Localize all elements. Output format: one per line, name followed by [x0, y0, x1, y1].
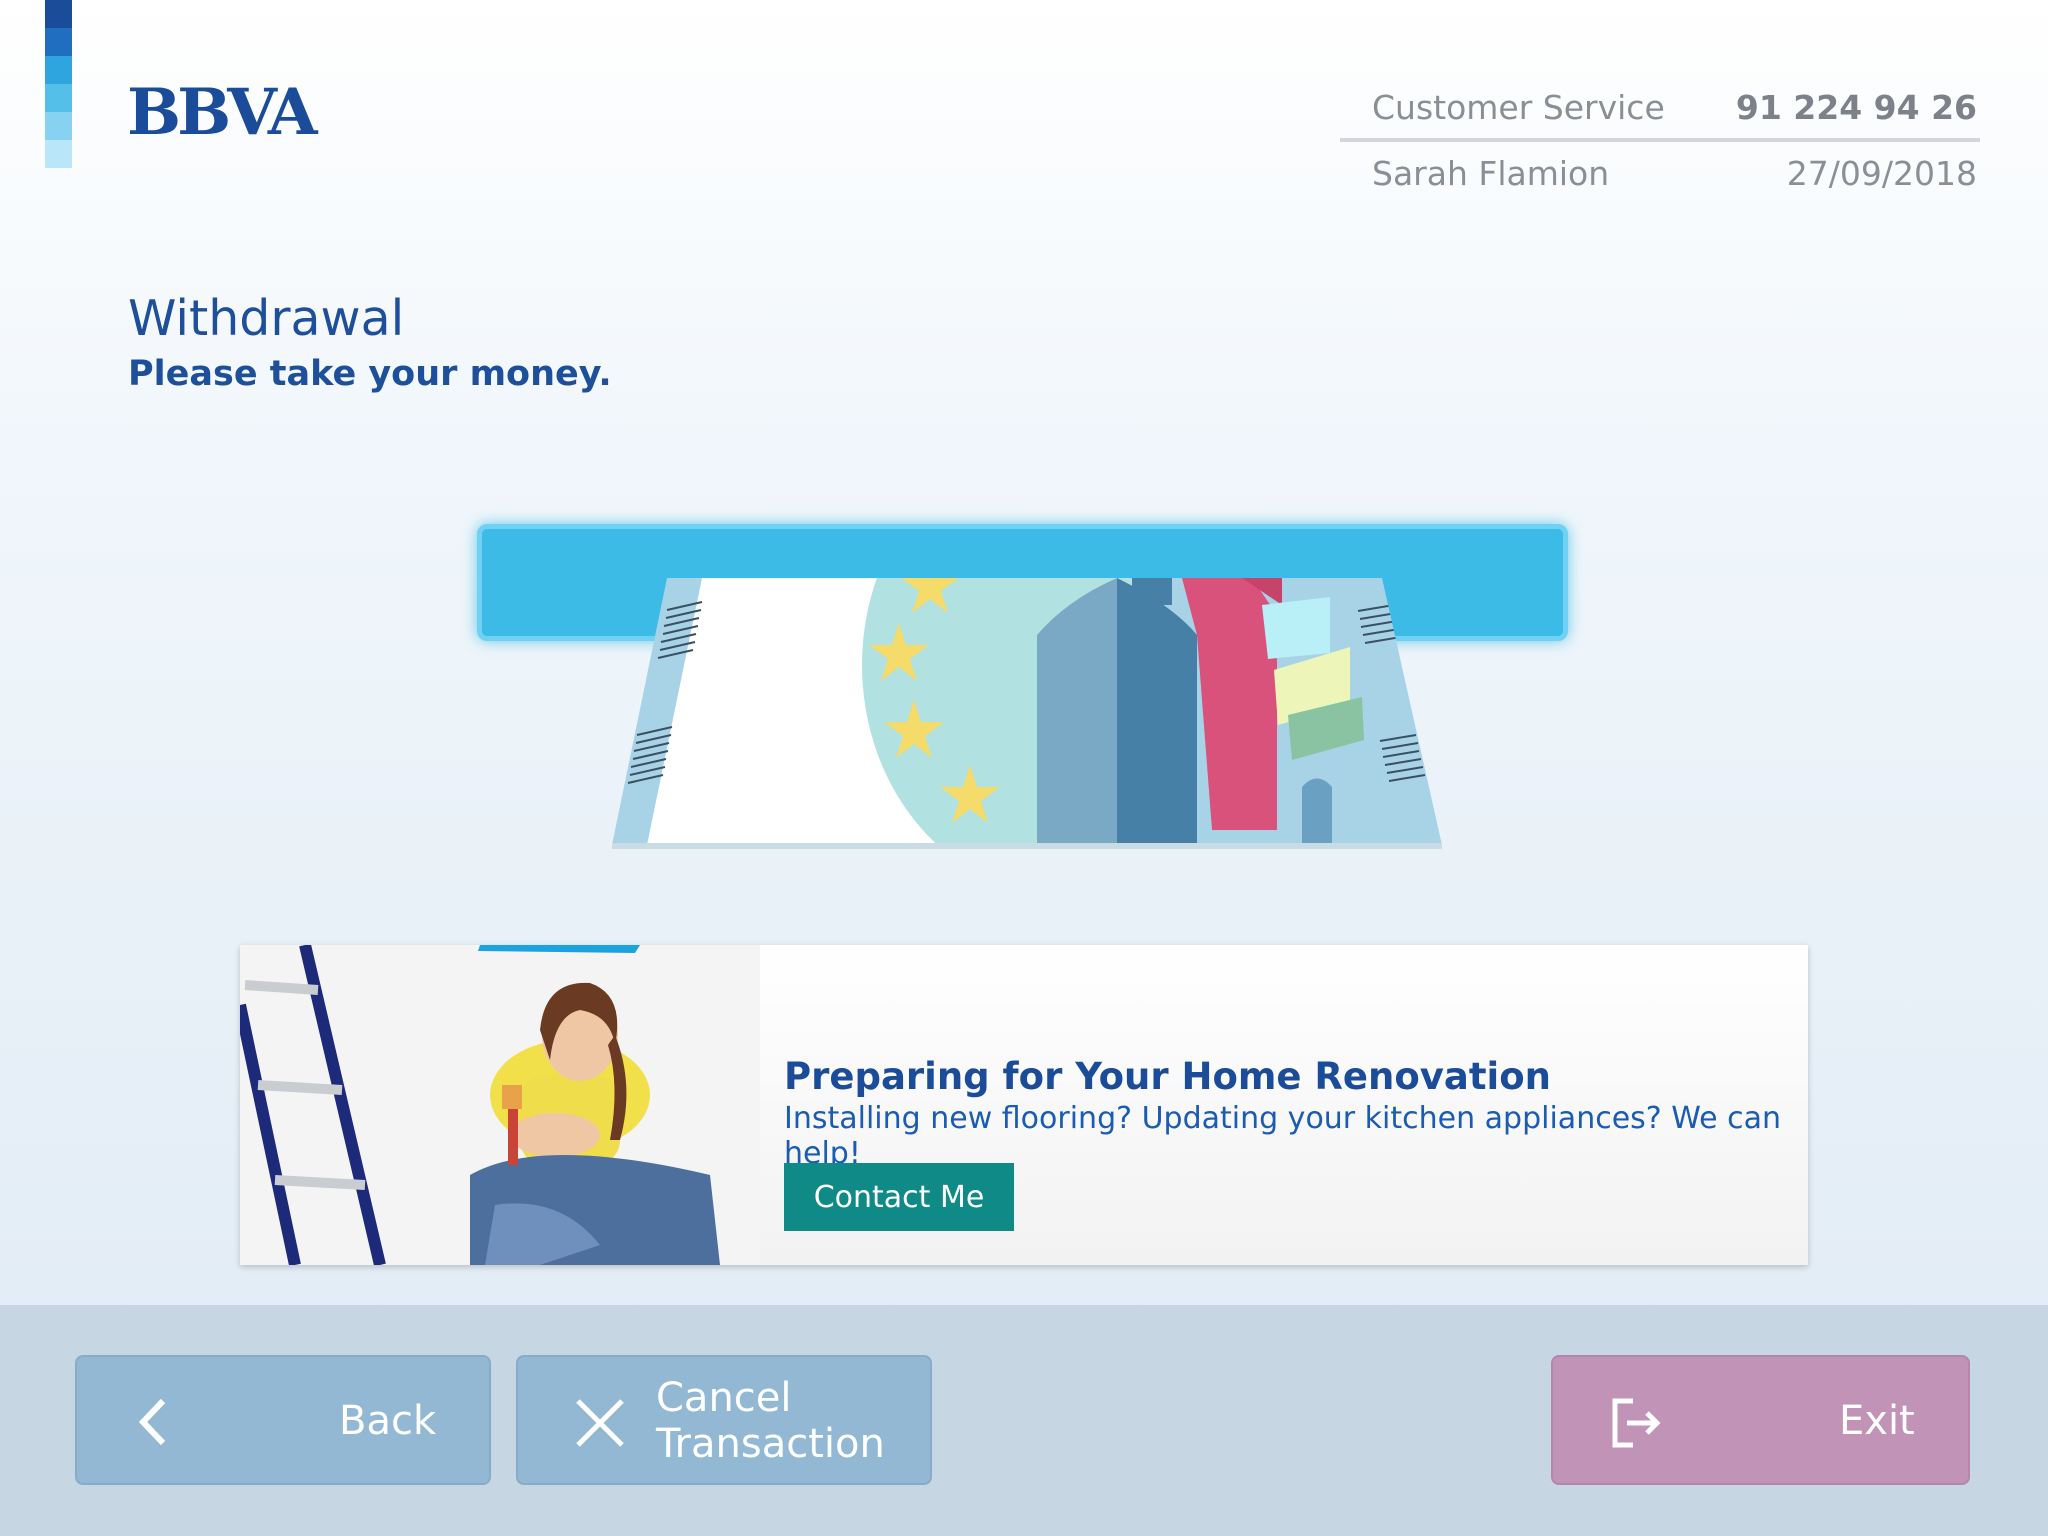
page-title: Withdrawal [128, 290, 405, 347]
contact-me-button[interactable]: Contact Me [784, 1163, 1014, 1231]
back-button[interactable]: Back [75, 1355, 491, 1485]
page-subtitle: Please take your money. [128, 354, 612, 394]
brand-color-bar [45, 0, 72, 168]
chevron-left-icon [138, 1398, 166, 1446]
header-info: Customer Service 91 224 94 26 Sarah Flam… [1340, 80, 1980, 206]
customer-service-phone: 91 224 94 26 [1735, 88, 1977, 127]
session-date: 27/09/2018 [1786, 154, 1977, 193]
banknote-illustration[interactable] [612, 575, 1442, 855]
exit-icon [1612, 1398, 1661, 1448]
bbva-logo: BBVA [127, 75, 318, 150]
promo-title: Preparing for Your Home Renovation [784, 1055, 1551, 1098]
promo-banner: Preparing for Your Home Renovation Insta… [240, 945, 1808, 1265]
customer-service-row: Customer Service 91 224 94 26 [1340, 80, 1980, 142]
renovation-photo [240, 945, 760, 1265]
promo-text: Installing new flooring? Updating your k… [784, 1101, 1782, 1171]
cancel-transaction-button[interactable]: Cancel Transaction [516, 1355, 932, 1485]
user-name: Sarah Flamion [1372, 154, 1610, 193]
back-label: Back [339, 1398, 437, 1444]
exit-label: Exit [1839, 1398, 1915, 1444]
footer-bar: Back Cancel Transaction Exit [0, 1305, 2048, 1536]
user-row: Sarah Flamion 27/09/2018 [1340, 142, 1980, 206]
cancel-label-line2: Transaction [656, 1421, 885, 1467]
close-icon [576, 1399, 624, 1447]
exit-button[interactable]: Exit [1551, 1355, 1970, 1485]
cancel-label-line1: Cancel [656, 1375, 792, 1421]
customer-service-label: Customer Service [1372, 88, 1665, 127]
